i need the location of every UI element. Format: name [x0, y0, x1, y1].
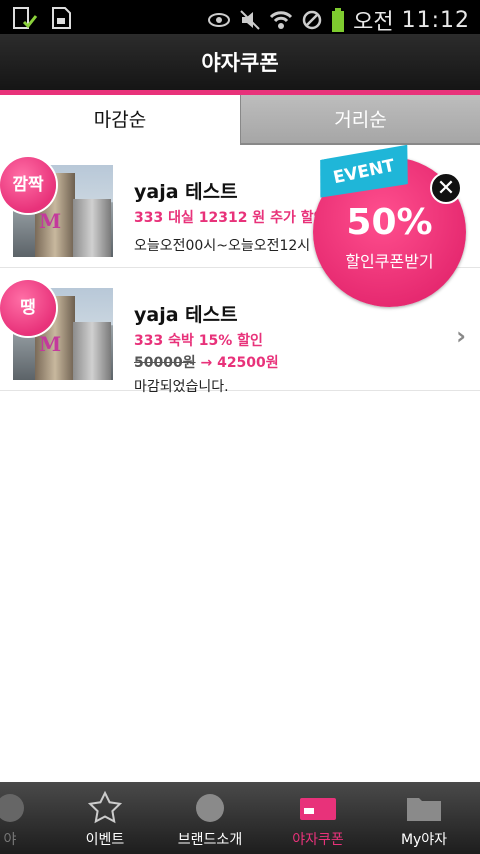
circle-icon	[0, 794, 24, 822]
sdcard-icon	[52, 7, 71, 29]
bottom-nav: 야 이벤트 브랜드소개 야자쿠폰 My야자	[0, 782, 480, 854]
nav-item-event[interactable]: 이벤트	[57, 782, 153, 854]
star-icon	[87, 790, 123, 824]
nav-label: 야자쿠폰	[292, 832, 344, 848]
nav-label: 브랜드소개	[177, 832, 243, 848]
storage-icon	[13, 7, 38, 29]
item-time: 오늘오전00시~오늘오전12시	[134, 238, 311, 254]
wifi-icon	[270, 11, 293, 29]
item-promo: 333 숙박 15% 할인	[134, 333, 263, 349]
chevron-right-icon[interactable]: ›	[456, 322, 466, 350]
page-title: 야자쿠폰	[0, 34, 480, 90]
sort-tabs: 마감순 거리순	[0, 95, 480, 145]
tab-distance[interactable]: 거리순	[240, 95, 480, 145]
nav-label: 야	[3, 832, 17, 848]
eye-icon	[208, 13, 231, 27]
nav-item-yaja[interactable]: 야	[0, 782, 58, 854]
coupon-icon	[300, 798, 336, 820]
battery-icon	[332, 8, 345, 32]
item-title: yaja 테스트	[134, 181, 238, 203]
status-ampm: 오전	[353, 10, 394, 35]
price-discounted: 42500원	[217, 355, 279, 371]
ding-badge: 땡	[0, 280, 56, 336]
item-status: 마감되었습니다.	[134, 379, 229, 395]
block-icon	[302, 10, 322, 30]
nav-label: My야자	[400, 832, 448, 848]
folder-icon	[407, 798, 441, 821]
status-bar: 오전 11:12	[0, 0, 480, 35]
tab-deadline[interactable]: 마감순	[0, 95, 240, 145]
nav-item-coupon[interactable]: 야자쿠폰	[270, 782, 366, 854]
item-price: 50000원 → 42500원	[134, 352, 279, 372]
surprise-badge: 깜짝	[0, 157, 56, 213]
nav-label: 이벤트	[85, 832, 125, 848]
nav-item-brand[interactable]: 브랜드소개	[162, 782, 258, 854]
mute-icon	[240, 10, 260, 30]
nav-item-my[interactable]: My야자	[376, 782, 472, 854]
price-arrow: →	[200, 355, 213, 371]
price-original: 50000원	[134, 355, 196, 371]
event-get-coupon-label[interactable]: 할인쿠폰받기	[313, 248, 466, 272]
event-percent: 50%	[346, 202, 433, 243]
item-title: yaja 테스트	[134, 304, 238, 326]
status-time: 11:12	[401, 7, 470, 33]
search-icon	[196, 794, 224, 822]
item-promo: 333 대실 12312 원 추가 할인	[134, 210, 327, 226]
close-icon[interactable]: ✕	[430, 172, 462, 204]
